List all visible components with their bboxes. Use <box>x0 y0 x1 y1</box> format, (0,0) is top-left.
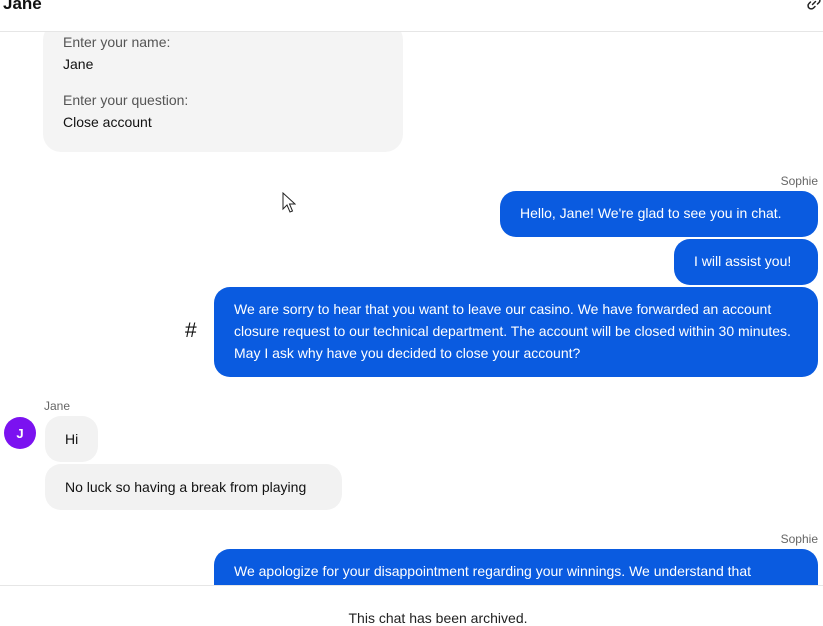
name-value: Jane <box>63 56 94 72</box>
chat-transcript[interactable]: Enter your name: Jane Enter your questio… <box>0 32 823 585</box>
agent-message: We apologize for your disappointment reg… <box>214 549 818 585</box>
question-value: Close account <box>63 114 152 130</box>
name-label: Enter your name: <box>63 34 171 50</box>
chat-header: Jane <box>0 0 823 32</box>
chat-title: Jane <box>3 0 42 13</box>
hash-symbol: # <box>185 319 197 342</box>
agent-message: We are sorry to hear that you want to le… <box>214 287 818 377</box>
sender-name: Sophie <box>780 174 818 188</box>
agent-message: I will assist you! <box>674 239 818 285</box>
link-icon[interactable] <box>806 0 822 11</box>
sender-name: Jane <box>44 399 71 413</box>
avatar: J <box>4 417 36 449</box>
archived-status: This chat has been archived. <box>348 610 528 626</box>
mouse-cursor-icon <box>282 192 296 213</box>
user-message: Hi <box>45 416 98 462</box>
user-message: No luck so having a break from playing <box>45 464 342 510</box>
chat-footer: This chat has been archived. <box>0 585 823 626</box>
agent-message: Hello, Jane! We're glad to see you in ch… <box>500 191 818 237</box>
sender-name: Sophie <box>780 532 818 546</box>
question-label: Enter your question: <box>63 92 189 108</box>
pre-chat-form-summary: Enter your name: Jane Enter your questio… <box>43 32 403 152</box>
